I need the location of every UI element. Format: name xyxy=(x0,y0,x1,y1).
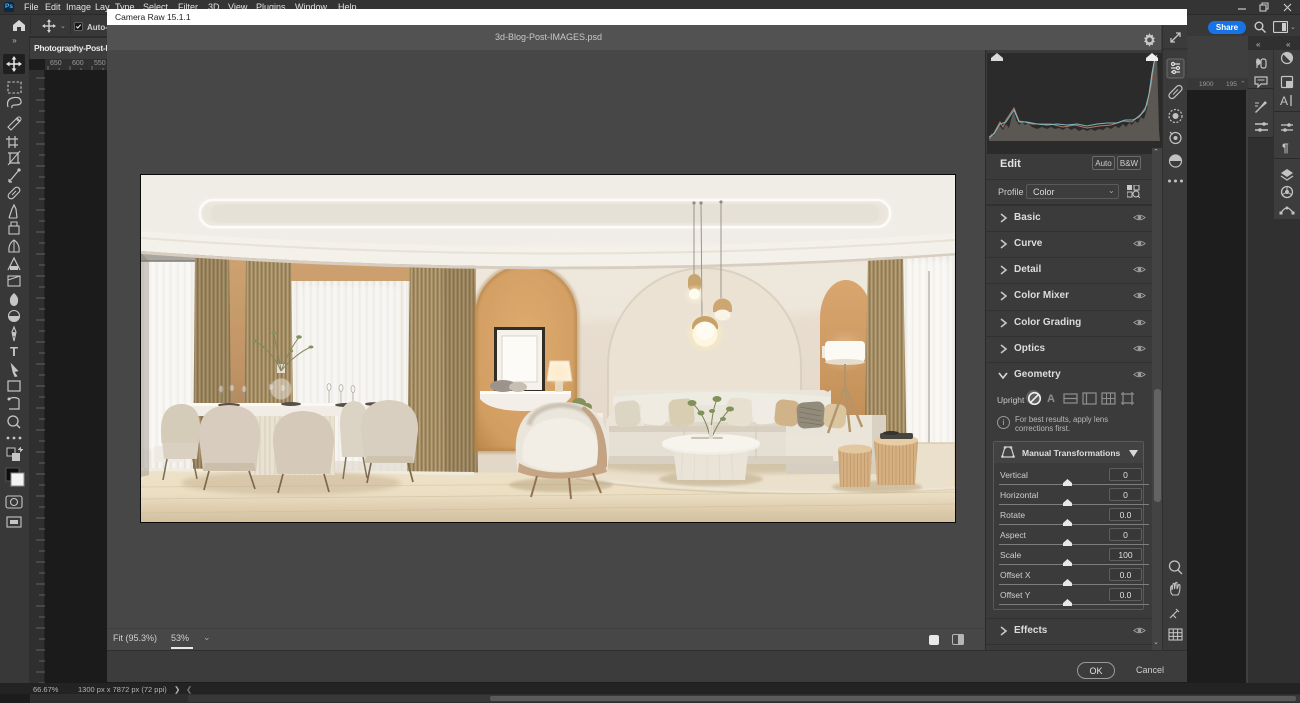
svg-text:¶: ¶ xyxy=(1282,141,1289,155)
svg-text:T: T xyxy=(10,344,18,359)
svg-text:A: A xyxy=(1280,94,1288,108)
